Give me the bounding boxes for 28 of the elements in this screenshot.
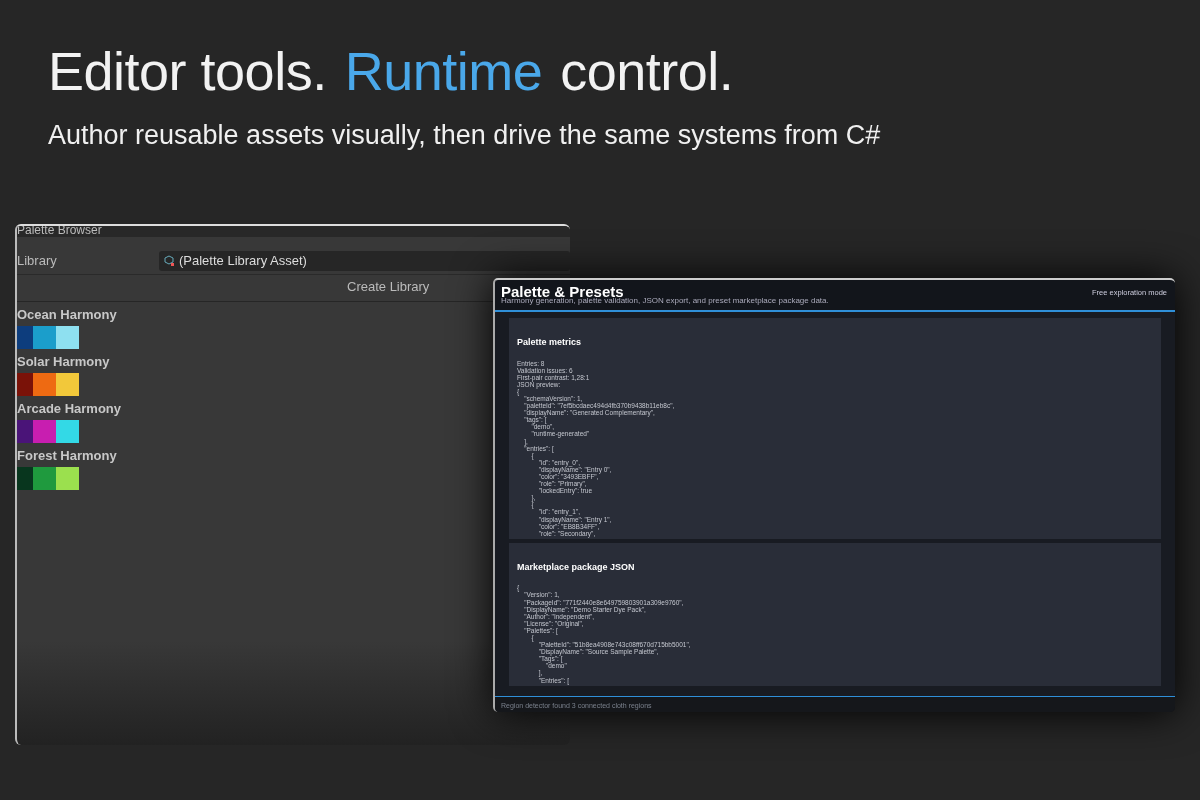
color-swatch[interactable] xyxy=(17,372,33,396)
palette-name: Ocean Harmony xyxy=(17,305,117,324)
color-swatch[interactable] xyxy=(56,419,79,443)
color-swatch[interactable] xyxy=(33,372,56,396)
window-title: Palette Browser xyxy=(17,226,102,237)
object-field[interactable]: (Palette Library Asset) xyxy=(159,250,570,271)
palette-name: Forest Harmony xyxy=(17,446,117,465)
headline-text: Editor tools. xyxy=(48,42,327,102)
color-swatch[interactable] xyxy=(56,466,79,490)
panel-title: Marketplace package JSON xyxy=(517,560,635,574)
color-swatch[interactable] xyxy=(17,466,33,490)
color-swatch[interactable] xyxy=(17,419,33,443)
palette-name: Solar Harmony xyxy=(17,352,110,371)
palette-name: Arcade Harmony xyxy=(17,399,122,418)
headline-text: control. xyxy=(560,42,734,102)
panel-title: Palette metrics xyxy=(517,336,582,349)
headline-text: Runtime xyxy=(344,42,543,102)
color-swatch[interactable] xyxy=(33,466,56,490)
create-library-button[interactable]: Create Library xyxy=(347,275,430,299)
color-swatch[interactable] xyxy=(33,325,56,349)
color-swatch[interactable] xyxy=(56,325,79,349)
window-subtitle: Harmony generation, palette validation, JSON export, and preset marketplace package data. xyxy=(501,296,830,305)
color-swatch[interactable] xyxy=(33,419,56,443)
field-label: Library xyxy=(17,251,58,270)
asset-icon xyxy=(163,254,175,267)
subtitle: Author reusable assets visually, then drive the same systems from C# xyxy=(48,119,882,153)
color-swatch[interactable] xyxy=(17,325,33,349)
color-swatch[interactable] xyxy=(56,372,79,396)
